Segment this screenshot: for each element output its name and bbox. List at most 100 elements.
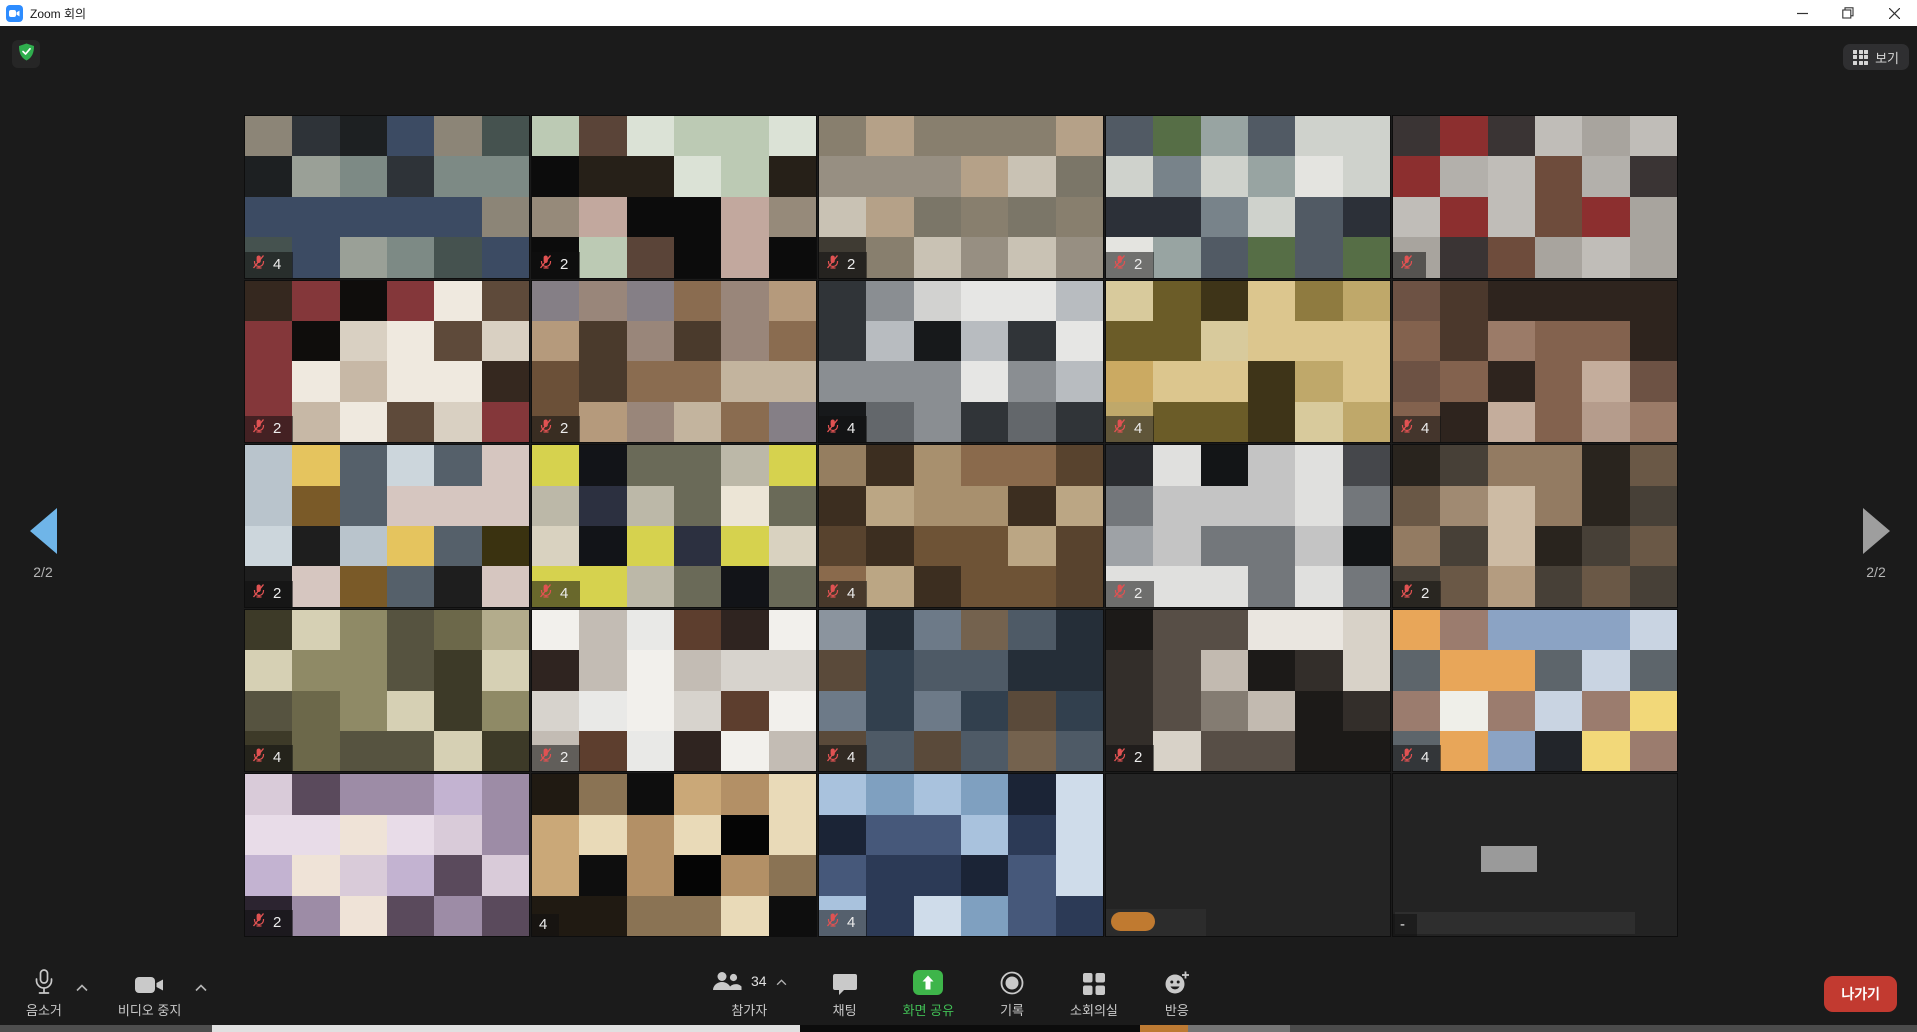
participant-label: 4 [819, 745, 867, 771]
participant-count-text: 4 [847, 750, 855, 765]
video-tile[interactable]: 4 [532, 445, 816, 607]
mic-muted-icon [1400, 584, 1414, 603]
mic-muted-icon [252, 255, 266, 274]
share-screen-icon [913, 970, 943, 995]
stop-video-button[interactable]: 비디오 중지 [118, 969, 181, 1019]
reactions-button[interactable]: 반응 [1164, 969, 1190, 1019]
video-tile[interactable]: 4 [245, 610, 529, 772]
participant-count-text: 2 [1134, 750, 1142, 765]
participants-chevron[interactable] [776, 974, 787, 989]
share-screen-button[interactable]: 화면 공유 [903, 969, 954, 1019]
chat-label: 채팅 [833, 1000, 857, 1019]
video-tile[interactable] [1106, 774, 1390, 936]
mic-muted-icon [1113, 419, 1127, 438]
video-tile[interactable]: 4 [245, 116, 529, 278]
minimize-button[interactable] [1779, 0, 1825, 26]
video-tile[interactable]: - [1393, 774, 1677, 936]
window-titlebar: Zoom 회의 [0, 0, 1917, 26]
video-tile[interactable]: 2 [1393, 445, 1677, 607]
participant-label: 4 [532, 581, 580, 607]
taskbar-segment [0, 1025, 212, 1032]
mic-muted-icon [539, 584, 553, 603]
leave-meeting-button[interactable]: 나가기 [1824, 976, 1897, 1012]
video-options-chevron[interactable] [195, 979, 207, 1019]
participant-count-text: 4 [847, 586, 855, 601]
participants-label: 참가자 [731, 1000, 767, 1019]
taskbar-segment [1188, 1025, 1290, 1032]
record-button[interactable]: 기록 [1000, 969, 1024, 1019]
view-button-label: 보기 [1875, 48, 1899, 67]
next-page-button[interactable]: 2/2 [1841, 508, 1911, 580]
meeting-toolbar: 음소거 비디오 중지 34 참가자 [0, 963, 1917, 1025]
mic-muted-icon [252, 913, 266, 932]
security-shield-button[interactable] [12, 40, 40, 68]
mic-muted-icon [826, 419, 840, 438]
video-tile[interactable]: 2 [819, 116, 1103, 278]
record-icon [1000, 969, 1024, 995]
video-tile[interactable]: 2 [245, 774, 529, 936]
video-tile[interactable]: 4 [1106, 281, 1390, 443]
participant-label: 4 [819, 910, 867, 936]
participants-button[interactable]: 34 참가자 [712, 969, 787, 1019]
participant-label: 2 [1393, 581, 1441, 607]
mic-muted-icon [1400, 419, 1414, 438]
video-tile[interactable]: 4 [819, 610, 1103, 772]
mic-muted-icon [826, 748, 840, 767]
participant-count-text: 2 [847, 257, 855, 272]
video-tile[interactable]: 4 [819, 445, 1103, 607]
video-tile[interactable]: 4 [819, 281, 1103, 443]
previous-page-button[interactable]: 2/2 [8, 508, 78, 580]
chat-bubble-icon [833, 969, 857, 995]
participant-count-text: 4 [1421, 750, 1429, 765]
video-tile[interactable]: 4 [532, 774, 816, 936]
video-tile[interactable]: 2 [532, 281, 816, 443]
participant-label: 2 [819, 252, 867, 278]
blurred-name-blob [1111, 912, 1155, 931]
mute-options-chevron[interactable] [76, 979, 88, 1019]
page-indicator-right: 2/2 [1841, 564, 1911, 580]
video-tile[interactable]: 4 [819, 774, 1103, 936]
video-tile[interactable]: 4 [1393, 281, 1677, 443]
participant-label: 2 [1106, 745, 1154, 771]
microphone-icon [33, 969, 55, 995]
mic-muted-icon [252, 748, 266, 767]
view-button[interactable]: 보기 [1843, 44, 1909, 70]
video-tile[interactable]: 2 [245, 281, 529, 443]
video-tile[interactable]: 2 [245, 445, 529, 607]
mic-muted-icon [1400, 748, 1414, 767]
breakout-rooms-button[interactable]: 소회의실 [1070, 969, 1118, 1019]
video-tile[interactable]: 2 [1106, 445, 1390, 607]
chat-button[interactable]: 채팅 [833, 969, 857, 1019]
participant-count-text: 4 [273, 750, 281, 765]
taskbar-sliver [0, 1025, 1917, 1032]
breakout-rooms-label: 소회의실 [1070, 1000, 1118, 1019]
video-tile[interactable]: 2 [532, 116, 816, 278]
mute-button[interactable]: 음소거 [26, 969, 62, 1019]
participant-label: 4 [1393, 416, 1441, 442]
video-tile[interactable]: 4 [1393, 610, 1677, 772]
mic-muted-icon [539, 255, 553, 274]
participant-label: 2 [532, 252, 580, 278]
stop-video-label: 비디오 중지 [118, 1000, 181, 1019]
video-tile[interactable]: 2 [1106, 610, 1390, 772]
mic-muted-icon [1113, 748, 1127, 767]
video-tile[interactable]: 2 [532, 610, 816, 772]
reactions-smiley-icon [1164, 969, 1190, 995]
mic-muted-icon [826, 255, 840, 274]
participant-count-text: 2 [273, 421, 281, 436]
taskbar-segment [1140, 1025, 1188, 1032]
video-tile[interactable]: 2 [1106, 116, 1390, 278]
gallery-grid-icon [1853, 50, 1868, 65]
close-button[interactable] [1871, 0, 1917, 26]
restore-button[interactable] [1825, 0, 1871, 26]
video-tile[interactable] [1393, 116, 1677, 278]
page-indicator-left: 2/2 [8, 564, 78, 580]
participant-count-text: 4 [847, 915, 855, 930]
participant-label: 4 [1393, 745, 1441, 771]
mic-muted-icon [1113, 255, 1127, 274]
participant-count-text: 2 [1134, 257, 1142, 272]
participants-count: 34 [751, 973, 767, 989]
participant-label: - [1393, 914, 1417, 936]
mic-muted-icon [252, 419, 266, 438]
video-camera-icon [135, 969, 165, 995]
